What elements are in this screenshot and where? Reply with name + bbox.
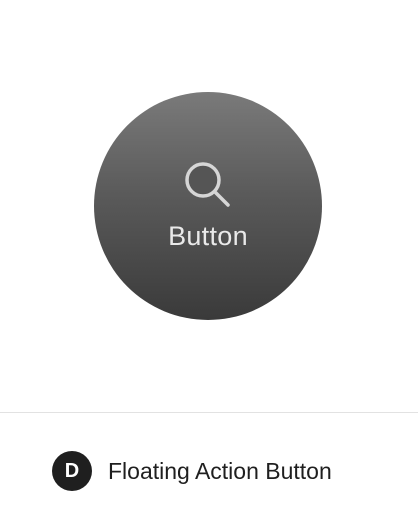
component-title: Floating Action Button [108,457,332,484]
variant-badge: D [52,451,92,491]
search-icon [185,161,230,207]
floating-action-button[interactable]: Button [94,92,322,320]
component-preview: Button [0,0,418,412]
component-caption: D Floating Action Button [52,451,332,491]
fab-label: Button [168,220,248,251]
divider [0,412,418,413]
component-page: Button D Floating Action Button [0,0,418,526]
